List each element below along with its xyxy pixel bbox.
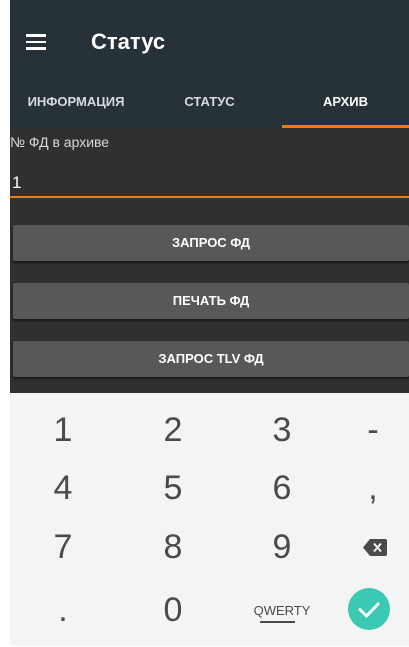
key-0[interactable]: 0 — [128, 583, 218, 638]
key-decimal-point[interactable]: . — [18, 583, 108, 638]
check-circle — [348, 588, 390, 630]
page-title: Статус — [91, 29, 166, 54]
key-1[interactable]: 1 — [18, 403, 108, 458]
key-9[interactable]: 9 — [237, 520, 327, 575]
numeric-keyboard: 1 2 3 - 4 5 6 , 7 8 9 . 0 QWERTY — [10, 393, 409, 646]
tab-status[interactable]: СТАТУС — [142, 88, 277, 128]
archive-panel: № ФД в архиве ЗАПРОС ФД ПЕЧАТЬ ФД ЗАПРОС… — [10, 128, 409, 393]
key-3[interactable]: 3 — [237, 403, 327, 458]
qwerty-switch-label: QWERTY — [253, 603, 311, 618]
done-key[interactable] — [328, 583, 409, 638]
tab-archive[interactable]: АРХИВ — [282, 88, 409, 128]
key-minus[interactable]: - — [328, 403, 409, 458]
key-2[interactable]: 2 — [128, 403, 218, 458]
app-toolbar: Статус — [10, 0, 409, 88]
app-screen: Статус ИНФОРМАЦИЯ СТАТУС АРХИВ № ФД в ар… — [0, 0, 409, 646]
request-fd-button[interactable]: ЗАПРОС ФД — [13, 225, 409, 261]
check-icon — [358, 602, 380, 618]
request-tlv-fd-button[interactable]: ЗАПРОС TLV ФД — [13, 341, 409, 377]
qwerty-underline — [260, 621, 295, 623]
tab-bar: ИНФОРМАЦИЯ СТАТУС АРХИВ — [10, 88, 409, 128]
hamburger-menu-icon[interactable] — [26, 34, 46, 50]
print-fd-button[interactable]: ПЕЧАТЬ ФД — [13, 283, 409, 319]
tab-information[interactable]: ИНФОРМАЦИЯ — [10, 88, 142, 128]
key-5[interactable]: 5 — [128, 461, 218, 516]
key-7[interactable]: 7 — [18, 520, 108, 575]
backspace-icon — [363, 539, 387, 556]
qwerty-switch-key[interactable]: QWERTY — [237, 583, 327, 638]
archive-fd-number-label: № ФД в архиве — [10, 134, 110, 150]
key-8[interactable]: 8 — [128, 520, 218, 575]
key-6[interactable]: 6 — [237, 461, 327, 516]
key-4[interactable]: 4 — [18, 461, 108, 516]
archive-fd-number-input[interactable] — [10, 170, 409, 198]
backspace-key[interactable] — [328, 520, 409, 575]
key-comma[interactable]: , — [328, 461, 409, 516]
